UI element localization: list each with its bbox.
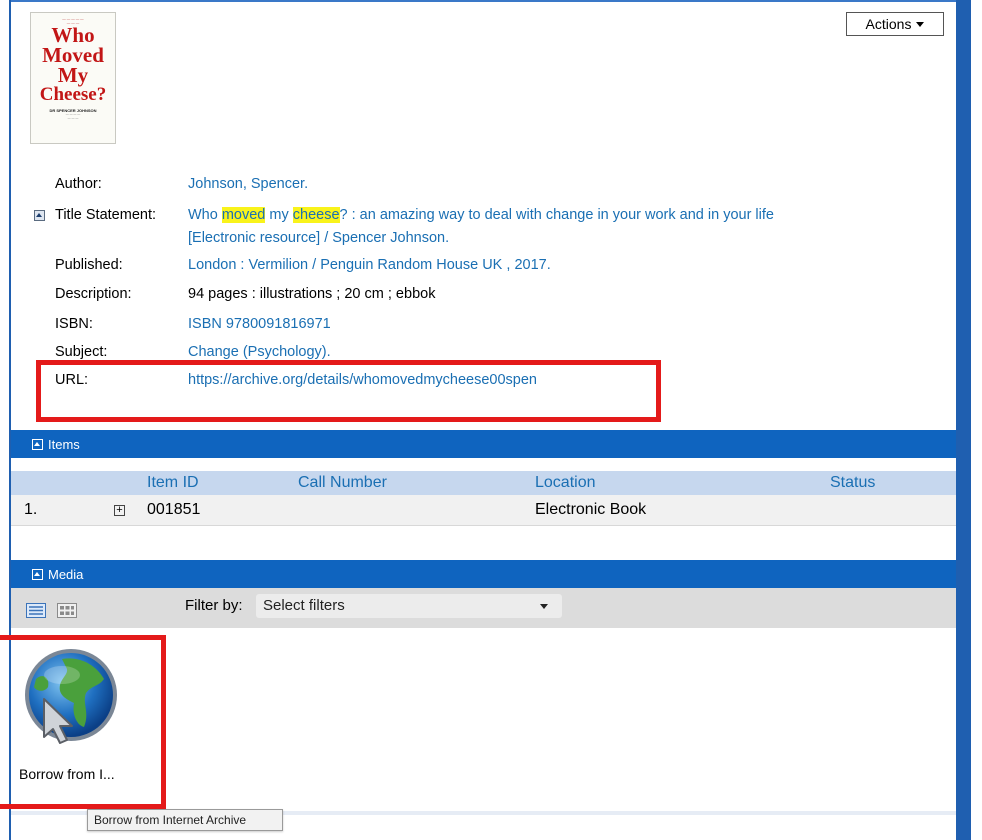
title-statement-line2[interactable]: [Electronic resource] / Spencer Johnson. [188, 230, 449, 246]
table-row[interactable]: 1. + 001851 Electronic Book [11, 495, 956, 526]
author-label: Author: [55, 176, 102, 192]
column-header-status[interactable]: Status [830, 474, 875, 492]
tooltip: Borrow from Internet Archive [87, 809, 283, 831]
collapse-title-icon[interactable] [34, 210, 45, 221]
cover-title-word: My [57, 63, 89, 87]
items-section-title: Items [48, 436, 80, 452]
grid-view-icon[interactable] [57, 603, 77, 618]
row-number: 1. [24, 501, 38, 518]
actions-button[interactable]: Actions [846, 12, 944, 36]
filter-select[interactable]: Select filters [256, 594, 562, 618]
filter-label: Filter by: [185, 597, 243, 614]
subject-link[interactable]: Change (Psychology). [188, 344, 331, 360]
author-link[interactable]: Johnson, Spencer. [188, 176, 308, 192]
media-toolbar: Filter by: Select filters [11, 588, 956, 628]
cover-title-word: Moved [42, 43, 104, 67]
description-value: 94 pages : illustrations ; 20 cm ; ebbok [188, 286, 436, 302]
search-highlight: moved [221, 207, 266, 223]
isbn-label: ISBN: [55, 316, 93, 332]
expand-plus-icon[interactable]: + [114, 505, 125, 516]
search-highlight: cheese [292, 207, 340, 223]
isbn-link[interactable]: ISBN 9780091816971 [188, 316, 331, 332]
media-section-title: Media [48, 566, 84, 582]
filter-select-value: Select filters [263, 597, 345, 614]
caret-down-icon [540, 604, 548, 609]
collapse-media-icon[interactable] [32, 568, 43, 580]
media-section-header[interactable]: Media [11, 560, 956, 588]
right-scrollbar[interactable] [956, 0, 971, 840]
description-label: Description: [55, 286, 132, 302]
title-statement-link[interactable]: Who moved my cheese? : an amazing way to… [188, 207, 774, 223]
cover-title-word: Cheese? [39, 84, 107, 105]
actions-button-label: Actions [865, 16, 912, 32]
annotation-box-url [36, 360, 661, 422]
title-statement-label: Title Statement: [55, 207, 157, 223]
top-frame-border [11, 0, 956, 2]
items-table-header: Item ID Call Number Location Status [11, 471, 956, 495]
collapse-items-icon[interactable] [32, 438, 43, 450]
location-cell: Electronic Book [535, 501, 647, 518]
column-header-item-id[interactable]: Item ID [147, 474, 199, 492]
book-cover-image[interactable]: — — — — — — — — Who Moved My Cheese? DR S… [30, 12, 116, 144]
subject-label: Subject: [55, 344, 108, 360]
list-view-icon[interactable] [26, 603, 46, 618]
items-section-header[interactable]: Items [11, 430, 956, 458]
column-header-call-number[interactable]: Call Number [298, 474, 387, 492]
annotation-box-borrow [0, 635, 166, 809]
cover-title-word: Who [51, 23, 95, 47]
column-header-location[interactable]: Location [535, 474, 596, 492]
published-label: Published: [55, 257, 123, 273]
published-link[interactable]: London : Vermilion / Penguin Random Hous… [188, 257, 551, 273]
item-id-cell: 001851 [147, 501, 201, 518]
caret-down-icon [916, 21, 925, 27]
